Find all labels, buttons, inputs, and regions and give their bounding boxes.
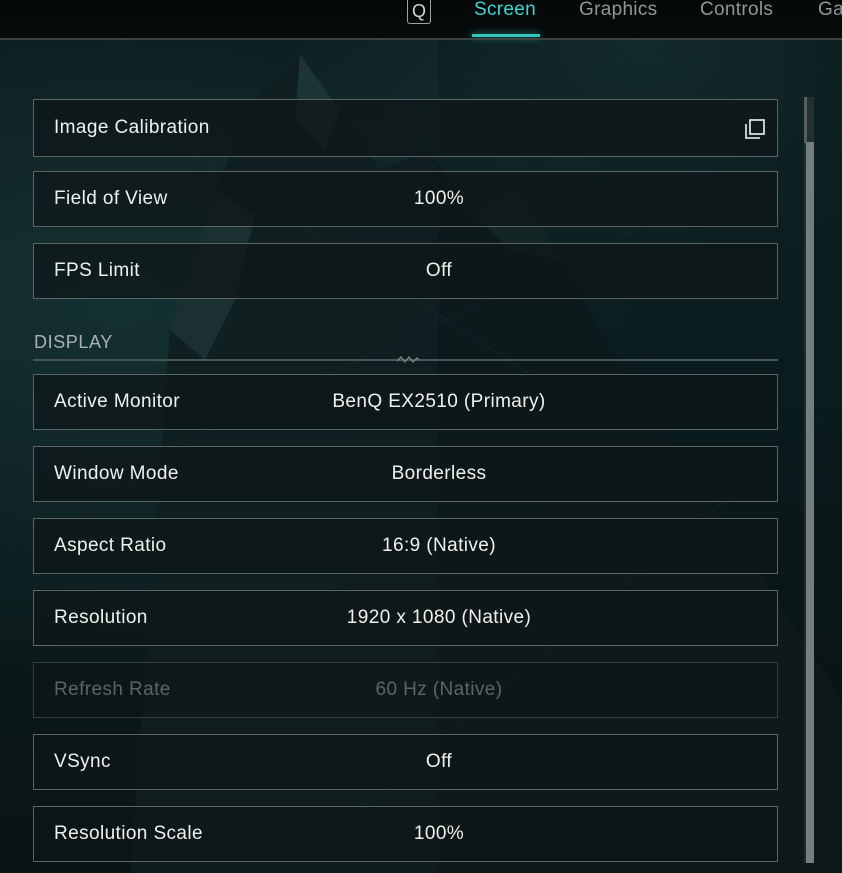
tab-prev-key-hint[interactable]: Q bbox=[407, 0, 431, 24]
setting-label: Resolution bbox=[54, 607, 148, 628]
setting-value: Borderless bbox=[391, 463, 487, 484]
setting-row-aspect-ratio[interactable]: Aspect Ratio 16:9 (Native) bbox=[33, 518, 778, 574]
setting-row-window-mode[interactable]: Window Mode Borderless bbox=[33, 446, 778, 502]
tab-bar: Q Screen Graphics Controls Ga bbox=[0, 0, 842, 40]
setting-label: FPS Limit bbox=[54, 260, 140, 281]
divider-ornament-icon bbox=[396, 355, 420, 364]
setting-label: Image Calibration bbox=[54, 117, 210, 138]
setting-value: 60 Hz (Native) bbox=[375, 679, 503, 700]
setting-row-refresh-rate: Refresh Rate 60 Hz (Native) bbox=[33, 662, 778, 718]
setting-value: 1920 x 1080 (Native) bbox=[346, 607, 532, 628]
copy-window-icon bbox=[745, 119, 765, 139]
setting-value: 100% bbox=[413, 823, 465, 844]
setting-row-field-of-view[interactable]: Field of View 100% bbox=[33, 171, 778, 227]
setting-row-fps-limit[interactable]: FPS Limit Off bbox=[33, 243, 778, 299]
setting-value: Off bbox=[425, 751, 453, 772]
setting-label: VSync bbox=[54, 751, 111, 772]
scrollbar-thumb[interactable] bbox=[806, 142, 814, 863]
setting-label: Aspect Ratio bbox=[54, 535, 167, 556]
setting-row-resolution[interactable]: Resolution 1920 x 1080 (Native) bbox=[33, 590, 778, 646]
setting-label: Field of View bbox=[54, 188, 168, 209]
settings-screen: Q Screen Graphics Controls Ga Image Cali… bbox=[0, 0, 842, 873]
setting-value: 100% bbox=[413, 188, 465, 209]
section-title-display: DISPLAY bbox=[34, 332, 113, 352]
setting-label: Active Monitor bbox=[54, 391, 180, 412]
tab-bar-divider bbox=[0, 38, 842, 40]
setting-row-image-calibration[interactable]: Image Calibration bbox=[33, 99, 778, 157]
scrollbar-top-cap bbox=[804, 97, 807, 143]
setting-value: BenQ EX2510 (Primary) bbox=[332, 391, 546, 412]
tab-graphics[interactable]: Graphics bbox=[579, 0, 657, 23]
setting-row-resolution-scale[interactable]: Resolution Scale 100% bbox=[33, 806, 778, 862]
tab-controls[interactable]: Controls bbox=[700, 0, 773, 23]
setting-label: Window Mode bbox=[54, 463, 179, 484]
setting-value: Off bbox=[425, 260, 453, 281]
setting-row-vsync[interactable]: VSync Off bbox=[33, 734, 778, 790]
setting-value: 16:9 (Native) bbox=[382, 535, 496, 556]
setting-label: Refresh Rate bbox=[54, 679, 171, 700]
tab-screen[interactable]: Screen bbox=[474, 0, 536, 23]
setting-label: Resolution Scale bbox=[54, 823, 203, 844]
tab-ga-truncated[interactable]: Ga bbox=[818, 0, 842, 23]
settings-list: Image Calibration Field of View 100% FPS… bbox=[0, 0, 842, 873]
active-tab-indicator bbox=[472, 34, 540, 37]
setting-row-active-monitor[interactable]: Active Monitor BenQ EX2510 (Primary) bbox=[33, 374, 778, 430]
